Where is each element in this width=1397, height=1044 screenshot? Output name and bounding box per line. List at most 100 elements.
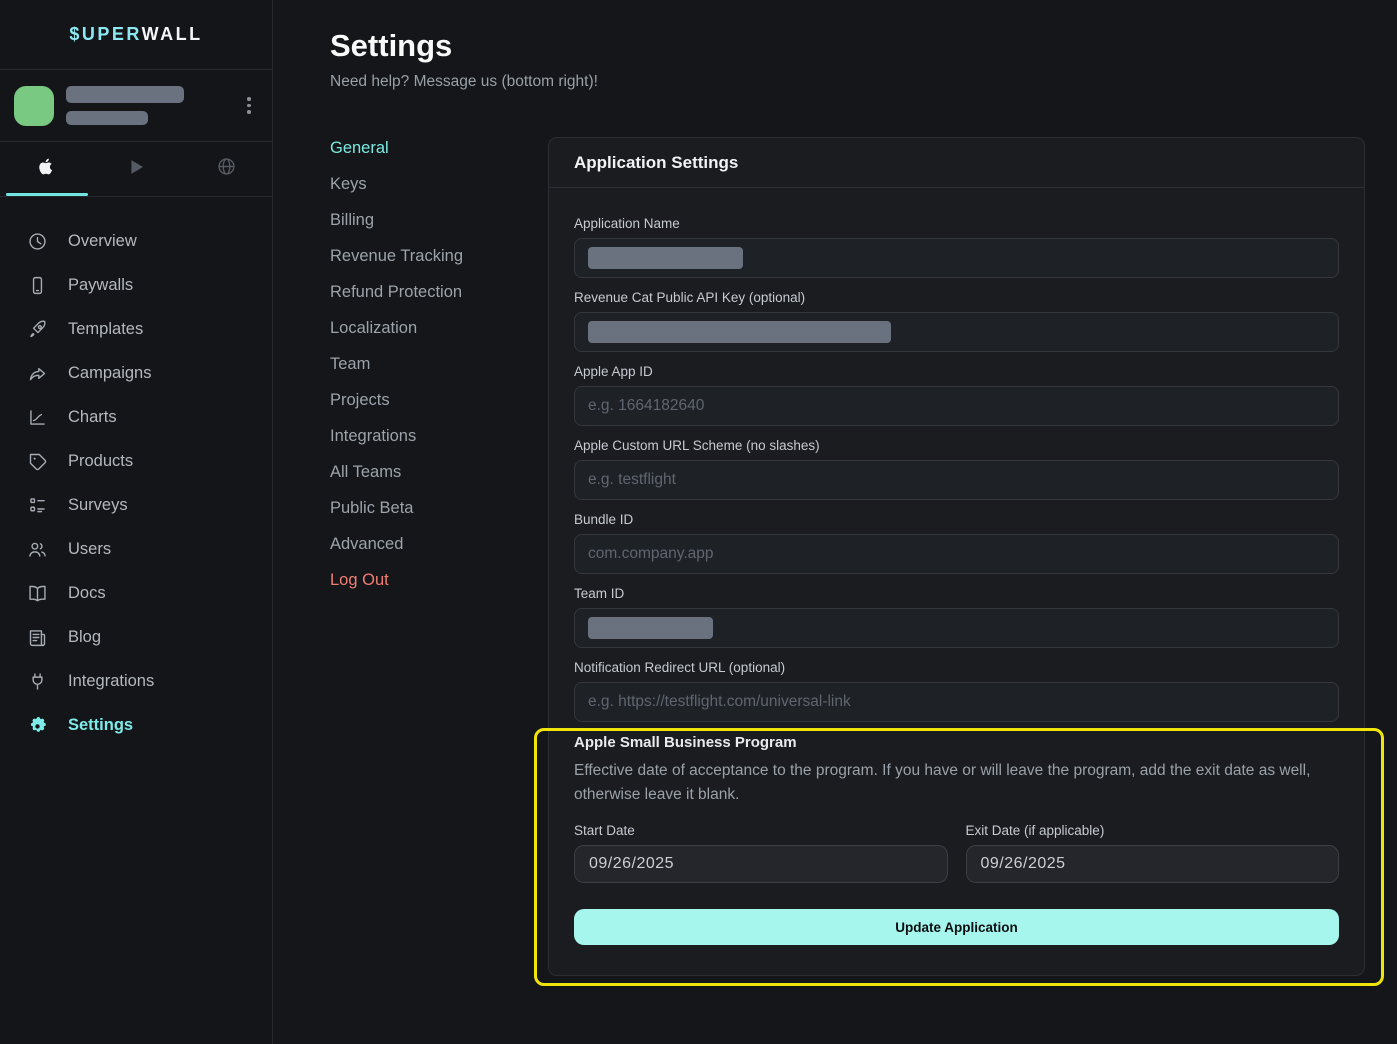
sidebar-item-settings[interactable]: Settings	[0, 703, 272, 747]
sidebar-item-label: Users	[68, 540, 111, 559]
exit-date-label: Exit Date (if applicable)	[966, 823, 1340, 838]
field-label: Revenue Cat Public API Key (optional)	[574, 290, 1339, 305]
tab-web[interactable]	[181, 142, 272, 196]
field-application-name: Application Name	[574, 216, 1339, 278]
sidebar-item-label: Integrations	[68, 672, 154, 691]
subnav-billing[interactable]: Billing	[330, 202, 530, 238]
sidebar-item-label: Blog	[68, 628, 101, 647]
sidebar-item-surveys[interactable]: Surveys	[0, 483, 272, 527]
sidebar-item-label: Docs	[68, 584, 106, 603]
field-label: Bundle ID	[574, 512, 1339, 527]
subnav-projects[interactable]: Projects	[330, 382, 530, 418]
gear-icon	[26, 714, 48, 736]
sidebar-item-charts[interactable]: Charts	[0, 395, 272, 439]
exit-date-field: Exit Date (if applicable)	[966, 823, 1340, 883]
notification-redirect-url-input[interactable]	[574, 682, 1339, 722]
sidebar-item-label: Overview	[68, 232, 137, 251]
phone-icon	[26, 274, 48, 296]
sidebar-item-products[interactable]: Products	[0, 439, 272, 483]
sidebar-item-overview[interactable]: Overview	[0, 219, 272, 263]
start-date-field: Start Date	[574, 823, 948, 883]
sidebar: $UPERWALL Overview	[0, 0, 273, 1044]
kebab-menu-icon[interactable]	[240, 93, 258, 118]
app-selector[interactable]	[0, 70, 272, 142]
sidebar-item-templates[interactable]: Templates	[0, 307, 272, 351]
redacted-text	[66, 86, 184, 103]
subnav-all-teams[interactable]: All Teams	[330, 454, 530, 490]
subnav-advanced[interactable]: Advanced	[330, 526, 530, 562]
field-revenuecat-api-key: Revenue Cat Public API Key (optional)	[574, 290, 1339, 352]
tab-google-play[interactable]	[91, 142, 182, 196]
tag-icon	[26, 450, 48, 472]
subnav-log-out[interactable]: Log Out	[330, 562, 530, 598]
update-application-button[interactable]: Update Application	[574, 909, 1339, 945]
sidebar-nav: Overview Paywalls Templates Campaigns Ch…	[0, 197, 272, 747]
revenuecat-api-key-input[interactable]	[574, 312, 1339, 352]
redacted-value	[588, 321, 891, 343]
page-title: Settings	[330, 28, 452, 64]
page-subtitle: Need help? Message us (bottom right)!	[330, 73, 598, 91]
sidebar-item-label: Surveys	[68, 496, 128, 515]
field-notification-redirect-url: Notification Redirect URL (optional)	[574, 660, 1339, 722]
subnav-revenue-tracking[interactable]: Revenue Tracking	[330, 238, 530, 274]
subnav-public-beta[interactable]: Public Beta	[330, 490, 530, 526]
globe-icon	[216, 156, 237, 182]
start-date-input[interactable]	[574, 845, 948, 883]
field-apple-app-id: Apple App ID	[574, 364, 1339, 426]
section-description: Effective date of acceptance to the prog…	[574, 759, 1339, 807]
sidebar-item-blog[interactable]: Blog	[0, 615, 272, 659]
settings-subnav: General Keys Billing Revenue Tracking Re…	[330, 130, 530, 598]
sidebar-item-docs[interactable]: Docs	[0, 571, 272, 615]
sidebar-item-integrations[interactable]: Integrations	[0, 659, 272, 703]
application-name-input[interactable]	[574, 238, 1339, 278]
field-label: Apple Custom URL Scheme (no slashes)	[574, 438, 1339, 453]
sidebar-item-users[interactable]: Users	[0, 527, 272, 571]
overview-icon	[26, 230, 48, 252]
field-team-id: Team ID	[574, 586, 1339, 648]
app-name-redacted	[66, 86, 240, 125]
section-title: Apple Small Business Program	[574, 734, 1339, 751]
active-tab-indicator	[6, 193, 88, 196]
sidebar-item-label: Settings	[68, 716, 133, 735]
book-open-icon	[26, 582, 48, 604]
redacted-value	[588, 617, 713, 639]
field-custom-url-scheme: Apple Custom URL Scheme (no slashes)	[574, 438, 1339, 500]
subnav-general[interactable]: General	[330, 130, 530, 166]
chart-line-icon	[26, 406, 48, 428]
redacted-value	[588, 247, 743, 269]
apple-small-business-section: Apple Small Business Program Effective d…	[574, 734, 1339, 945]
field-label: Team ID	[574, 586, 1339, 601]
start-date-label: Start Date	[574, 823, 948, 838]
plug-icon	[26, 670, 48, 692]
subnav-keys[interactable]: Keys	[330, 166, 530, 202]
sidebar-item-label: Paywalls	[68, 276, 133, 295]
bundle-id-input[interactable]	[574, 534, 1339, 574]
field-bundle-id: Bundle ID	[574, 512, 1339, 574]
sidebar-item-paywalls[interactable]: Paywalls	[0, 263, 272, 307]
logo-white-part: WALL	[142, 24, 203, 44]
brand-header: $UPERWALL	[0, 0, 272, 70]
apple-icon	[35, 155, 56, 183]
tab-apple[interactable]	[0, 142, 91, 196]
share-arrow-icon	[26, 362, 48, 384]
exit-date-input[interactable]	[966, 845, 1340, 883]
sidebar-item-campaigns[interactable]: Campaigns	[0, 351, 272, 395]
logo-cyan-part: $UPER	[69, 24, 141, 44]
card-title: Application Settings	[549, 138, 1364, 188]
newspaper-icon	[26, 626, 48, 648]
custom-url-scheme-input[interactable]	[574, 460, 1339, 500]
subnav-integrations[interactable]: Integrations	[330, 418, 530, 454]
play-icon	[125, 156, 147, 183]
team-id-input[interactable]	[574, 608, 1339, 648]
superwall-logo[interactable]: $UPERWALL	[69, 24, 202, 45]
subnav-team[interactable]: Team	[330, 346, 530, 382]
platform-tabs	[0, 142, 272, 197]
sidebar-item-label: Campaigns	[68, 364, 151, 383]
apple-app-id-input[interactable]	[574, 386, 1339, 426]
subnav-localization[interactable]: Localization	[330, 310, 530, 346]
subnav-refund-protection[interactable]: Refund Protection	[330, 274, 530, 310]
sidebar-item-label: Charts	[68, 408, 117, 427]
application-settings-card: Application Settings Application Name Re…	[548, 137, 1365, 976]
sidebar-item-label: Templates	[68, 320, 143, 339]
app-avatar	[14, 86, 54, 126]
